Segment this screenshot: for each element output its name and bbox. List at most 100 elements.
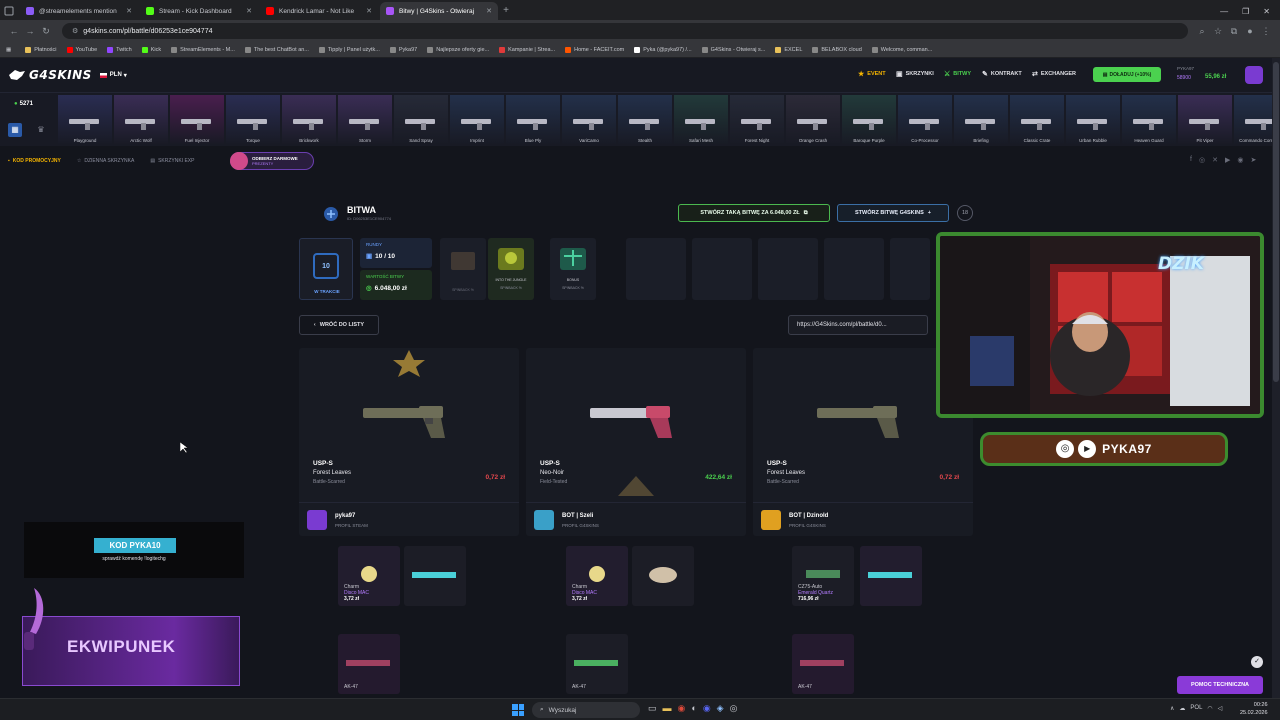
taskbar-search[interactable]: ⌕ Wyszukaj (532, 702, 640, 718)
case-slot[interactable]: BONUS SPINBACK % (550, 238, 596, 300)
close-icon[interactable]: ✕ (486, 7, 492, 15)
case-strip-item[interactable]: Safari Mesh (674, 95, 728, 145)
bookmark-item[interactable]: Pyka97 (389, 46, 417, 53)
grid-view-icon[interactable]: ▦ (8, 123, 22, 137)
case-strip-item[interactable]: Brickwork (282, 95, 336, 145)
case-strip-item[interactable]: Torque (226, 95, 280, 145)
x-icon[interactable]: ✕ (1212, 156, 1218, 164)
player-info[interactable]: pyka97 PROFIL STEAM (299, 502, 519, 536)
bookmark-item[interactable]: Home - FACEIT.com (565, 46, 624, 53)
case-slot[interactable]: INTO THE JUNGLE SPINBACK % (488, 238, 534, 300)
task-view-icon[interactable]: ▭ (648, 703, 657, 714)
url-field[interactable]: ⚙ g4skins.com/pl/battle/d06253e1ce904774 (62, 23, 1188, 39)
site-info-icon[interactable]: ⚙ (72, 27, 78, 35)
case-strip-item[interactable]: VariCamo (562, 95, 616, 145)
bookmark-item[interactable]: Najlepsze oferty gie... (427, 46, 489, 53)
bookmark-item[interactable]: Płatności (25, 46, 57, 53)
case-strip-item[interactable]: Urban Rubble (1066, 95, 1120, 145)
case-strip-item[interactable]: Orange Crash (786, 95, 840, 145)
bookmark-item[interactable]: Tipply | Panel użytk... (318, 46, 380, 53)
bookmark-item[interactable]: The best ChatBot an... (244, 46, 309, 53)
case-strip-item[interactable]: Storm (338, 95, 392, 145)
back-to-list-button[interactable]: ‹ WRÓĆ DO LISTY (299, 315, 379, 335)
minimize-icon[interactable]: — (1220, 7, 1228, 16)
forward-arrow-icon[interactable]: → (22, 26, 38, 36)
currency-select[interactable]: PLN ▾ (99, 72, 127, 79)
cloud-icon[interactable]: ☁ (1179, 705, 1185, 712)
bookmark-item[interactable]: Kampanie | Strea... (499, 46, 555, 53)
free-gift-button[interactable]: ODBIERZ DARMOWE PREZENTY (230, 152, 314, 170)
apps-icon[interactable]: ▦ (6, 47, 11, 53)
reload-icon[interactable]: ↻ (38, 26, 54, 37)
drop-item[interactable]: AK-47 (566, 634, 628, 694)
nav-battles[interactable]: ⚔ BITWY (944, 70, 971, 78)
discord-icon[interactable]: ◉ (1237, 156, 1243, 164)
close-icon[interactable]: ✕ (126, 7, 132, 15)
steam-icon[interactable]: ◐ (691, 703, 696, 714)
player-info[interactable]: BOT | Dzinold PROFIL G4SKINS (753, 502, 973, 536)
case-strip-item[interactable]: Imprint (450, 95, 504, 145)
deposit-button[interactable]: ▤ DOŁADUJ (+10%) (1093, 67, 1161, 82)
tray-chevron-icon[interactable]: ∧ (1170, 705, 1174, 712)
case-strip-item[interactable]: Baroque Purple (842, 95, 896, 145)
case-strip-item[interactable]: Arctic Wolf (114, 95, 168, 145)
new-tab-icon[interactable]: + (498, 2, 514, 20)
daily-case-link[interactable]: ☆ DZIENNA SKRZYNKA (77, 158, 135, 164)
exp-cases-link[interactable]: ▤ SKRZYNKI EXP (150, 158, 194, 164)
browser-tab[interactable]: Kendrick Lamar - Not Like ✕ (260, 2, 378, 20)
share-url-field[interactable]: https://G4Skins.com/pl/battle/d0... (788, 315, 928, 335)
case-strip-item[interactable]: Pit Viper (1178, 95, 1232, 145)
drop-item[interactable] (632, 546, 694, 606)
case-slot[interactable]: SPINBACK % (440, 238, 486, 300)
language-indicator[interactable]: POL (1190, 705, 1202, 712)
bookmark-item[interactable]: Twitch (107, 46, 132, 53)
close-icon[interactable]: ✕ (246, 7, 252, 15)
player-info[interactable]: BOT | Szeli PROFIL G4SKINS (526, 502, 746, 536)
drop-item[interactable]: AK-47 (338, 634, 400, 694)
browser-tab[interactable]: @streamelements mention ✕ (20, 2, 138, 20)
create-same-battle-button[interactable]: STWÓRZ TAKĄ BITWĘ ZA 6.048,00 ZŁ ⧉ (678, 204, 830, 222)
scrollbar-thumb[interactable] (1273, 62, 1279, 382)
bookmark-item[interactable]: EXCEL (775, 46, 802, 53)
drop-item[interactable]: Charm Disco MAC 3,72 zł (338, 546, 400, 606)
drop-item[interactable]: Charm Disco MAC 3,72 zł (566, 546, 628, 606)
menu-icon[interactable]: ⋮ (1258, 26, 1274, 37)
create-g4-battle-button[interactable]: STWÓRZ BITWĘ G4SKINS + (837, 204, 949, 222)
drop-item[interactable]: AK-47 (792, 634, 854, 694)
back-arrow-icon[interactable]: ← (6, 26, 22, 36)
window-close-icon[interactable]: ✕ (1263, 7, 1270, 16)
drop-item[interactable] (860, 546, 922, 606)
facebook-icon[interactable]: f (1190, 156, 1192, 164)
maximize-icon[interactable]: ❐ (1242, 7, 1249, 16)
app-icon[interactable]: ◈ (717, 703, 724, 714)
browser-tab-active[interactable]: Bitwy | G4Skins - Otwieraj ✕ (380, 2, 498, 20)
case-strip-item[interactable]: Co-Processor (898, 95, 952, 145)
telegram-icon[interactable]: ➤ (1250, 156, 1256, 164)
case-strip-item[interactable]: Briefing (954, 95, 1008, 145)
support-button[interactable]: POMOC TECHNICZNA (1177, 676, 1263, 694)
bookmark-item[interactable]: Welcome, comman... (871, 46, 932, 53)
youtube-icon[interactable]: ▶ (1225, 156, 1230, 164)
avatar[interactable] (1245, 66, 1263, 84)
case-strip-item[interactable]: Fuel Injector (170, 95, 224, 145)
drop-item[interactable] (404, 546, 466, 606)
bookmark-item[interactable]: G4Skins - Otwieraj s... (701, 46, 765, 53)
instagram-icon[interactable]: ◎ (1199, 156, 1205, 164)
windows-start-icon[interactable] (512, 704, 524, 716)
check-icon[interactable]: ✓ (1251, 656, 1263, 668)
site-logo[interactable]: G4SKINS (29, 68, 92, 82)
profile-icon[interactable]: ● (1242, 26, 1258, 36)
crown-icon[interactable]: ♛ (34, 123, 48, 137)
bookmark-item[interactable]: BELABOX cloud (812, 46, 862, 53)
close-icon[interactable]: ✕ (366, 7, 372, 15)
nav-event[interactable]: ★ EVENT (858, 70, 886, 78)
nav-cases[interactable]: ▣ SKRZYNKI (896, 70, 934, 78)
speaker-icon[interactable]: ◁ (1218, 705, 1223, 712)
bookmark-item[interactable]: Pyka (@pyka97) /... (634, 46, 692, 53)
wifi-icon[interactable]: ◠ (1207, 705, 1212, 712)
file-explorer-icon[interactable]: ▬ (663, 703, 672, 714)
bookmark-item[interactable]: StreamElements - M... (171, 46, 235, 53)
promo-code-link[interactable]: ▪ KOD PROMOCYJNY (8, 158, 61, 164)
case-strip-item[interactable]: Heaven Guard (1122, 95, 1176, 145)
bookmark-item[interactable]: Kick (141, 46, 161, 53)
